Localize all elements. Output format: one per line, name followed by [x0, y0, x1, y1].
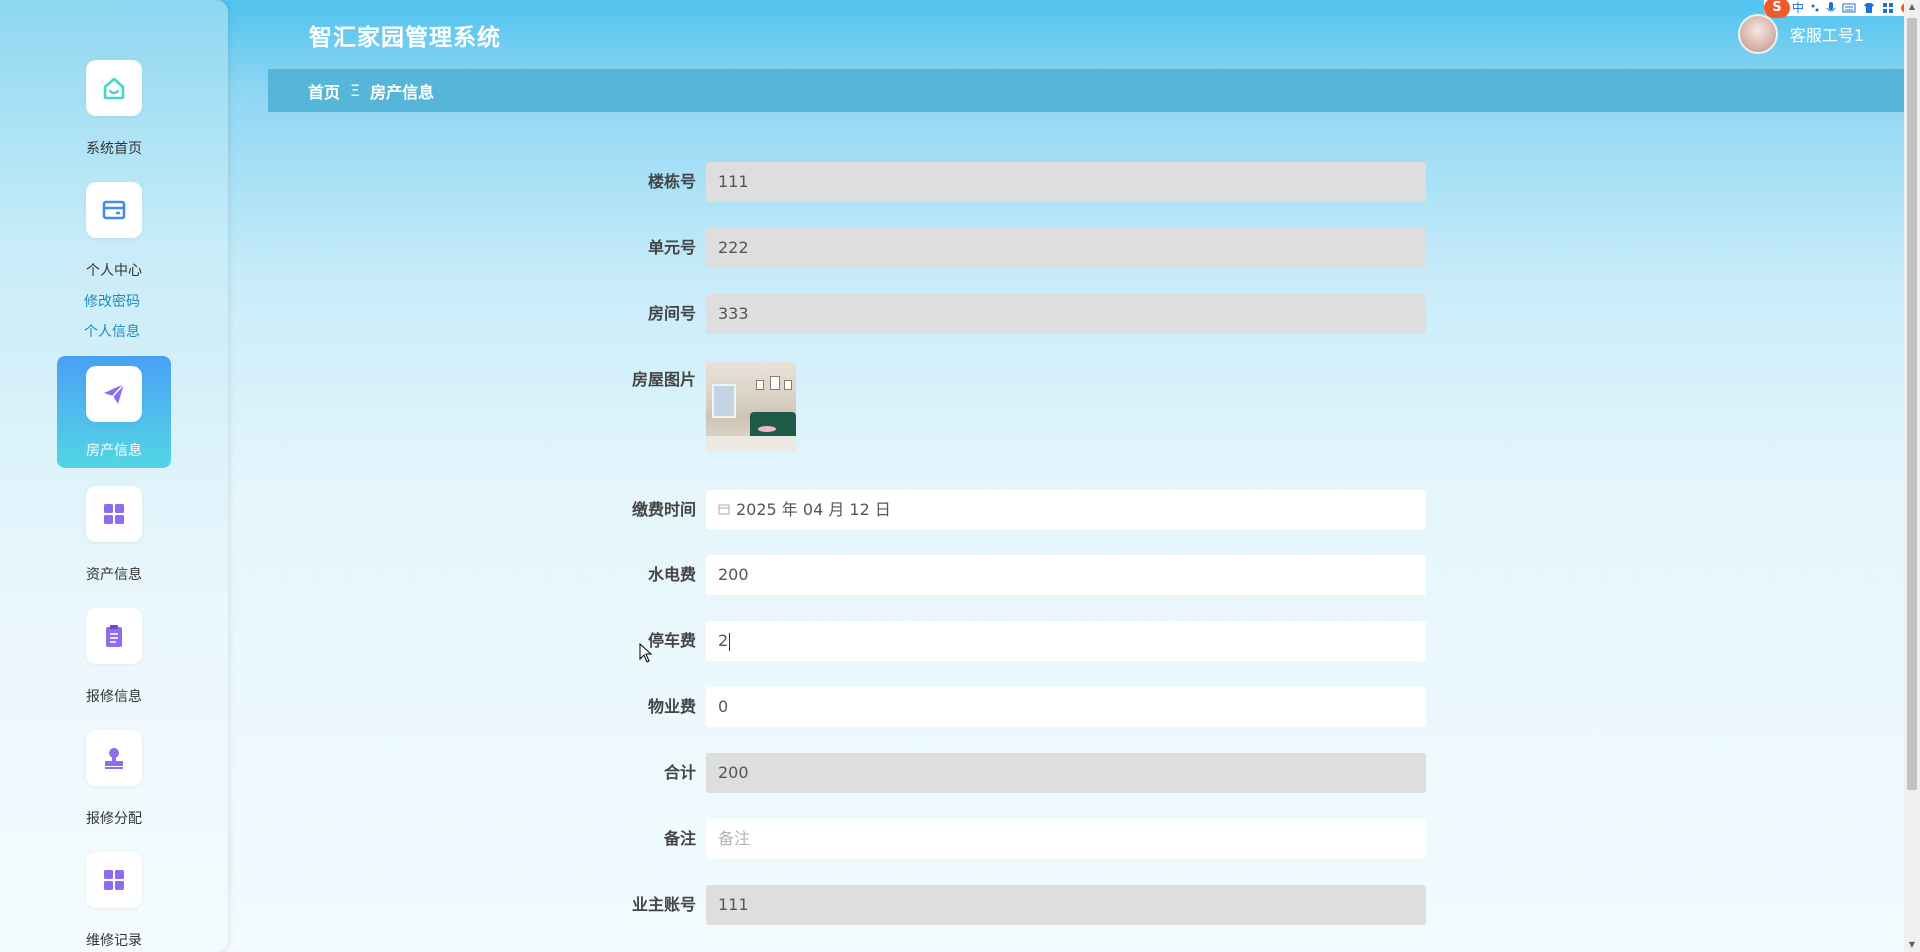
sidebar-item-label: 维修记录 — [86, 933, 142, 949]
pay-time-value: 2025 年 04 月 12 日 — [736, 500, 891, 519]
sogou-logo[interactable]: S — [1763, 0, 1790, 18]
form-row-remark: 备注 备注 — [560, 819, 1426, 859]
icon-tile — [86, 730, 142, 786]
user-menu[interactable]: 客服工号1 — [1737, 14, 1864, 54]
breadcrumb: 首页 Ξ 房产信息 — [268, 69, 1904, 112]
sidebar-item-property[interactable]: 房产信息 — [57, 356, 171, 468]
photo-frame — [756, 380, 764, 390]
paper-plane-icon — [104, 383, 125, 404]
utility-label: 水电费 — [647, 565, 696, 584]
sidebar-item-profile[interactable]: 个人中心 — [57, 180, 171, 292]
sidebar-item-label: 房产信息 — [86, 443, 142, 459]
clipboard-icon — [106, 625, 122, 647]
scroll-up-icon[interactable]: ▲ — [1907, 2, 1917, 12]
form-row-utility: 水电费 200 — [560, 555, 1426, 595]
property-fee-input[interactable]: 0 — [706, 687, 1426, 727]
grid-icon — [104, 870, 124, 890]
utility-fee-input[interactable]: 200 — [706, 555, 1426, 595]
scroll-thumb[interactable] — [1907, 18, 1917, 790]
sidebar-item-repair-records[interactable]: 维修记录 — [57, 850, 171, 952]
avatar — [1737, 14, 1778, 54]
unit-label: 单元号 — [647, 238, 696, 257]
sidebar-item-label: 报修分配 — [86, 811, 142, 827]
sidebar-item-assets[interactable]: 资产信息 — [57, 484, 171, 596]
form-row-photo: 房屋图片 — [560, 360, 1426, 456]
building-field: 111 — [706, 162, 1426, 202]
form-row-total: 合计 200 — [560, 753, 1426, 793]
photo-frame — [784, 380, 792, 390]
scroll-down-icon[interactable]: ▼ — [1907, 940, 1917, 950]
skin-icon[interactable] — [1862, 2, 1876, 14]
punctuation-icon[interactable] — [1810, 2, 1820, 14]
change-password-link[interactable]: 修改密码 — [84, 291, 140, 311]
sidebar-item-home[interactable]: 系统首页 — [57, 58, 171, 170]
remark-input[interactable]: 备注 — [706, 819, 1426, 859]
breadcrumb-separator-icon: Ξ — [350, 81, 361, 100]
form-row-parking: 停车费 2 — [560, 621, 1426, 661]
form-row-room: 房间号 333 — [560, 294, 1426, 334]
icon-tile — [86, 852, 142, 908]
sidebar-item-repair-info[interactable]: 报修信息 — [57, 606, 171, 718]
form-row-building: 楼栋号 111 — [560, 162, 1426, 202]
parking-label: 停车费 — [647, 631, 696, 650]
system-tray: S 中 — [1763, 0, 1916, 18]
calendar-icon — [718, 504, 730, 514]
photo-frame — [770, 376, 780, 390]
pay-time-label: 缴费时间 — [631, 500, 696, 519]
wallet-icon — [102, 200, 126, 220]
photo-table — [758, 426, 776, 432]
stamp-icon — [105, 748, 123, 769]
room-field: 333 — [706, 294, 1426, 334]
breadcrumb-home[interactable]: 首页 — [308, 79, 340, 103]
username: 客服工号1 — [1789, 26, 1864, 45]
sidebar-item-repair-assign[interactable]: 报修分配 — [57, 728, 171, 840]
sidebar-item-label: 报修信息 — [86, 689, 142, 705]
room-label: 房间号 — [647, 304, 696, 323]
owner-account-label: 业主账号 — [631, 895, 696, 914]
icon-tile — [86, 60, 142, 116]
sidebar-item-label: 个人中心 — [86, 263, 142, 279]
personal-info-link[interactable]: 个人信息 — [84, 321, 140, 341]
microphone-icon[interactable] — [1826, 1, 1836, 15]
owner-account-field: 111 — [706, 885, 1426, 925]
ime-mode[interactable]: 中 — [1792, 0, 1804, 16]
building-label: 楼栋号 — [647, 172, 696, 191]
icon-tile — [86, 366, 142, 422]
total-field: 200 — [706, 753, 1426, 793]
remark-label: 备注 — [663, 829, 696, 848]
mouse-cursor-icon — [639, 643, 653, 663]
icon-tile — [86, 182, 142, 238]
pay-time-picker[interactable]: 2025 年 04 月 12 日 — [706, 490, 1426, 530]
photo-sofa — [750, 412, 796, 436]
icon-tile — [86, 486, 142, 542]
form-row-unit: 单元号 222 — [560, 228, 1426, 268]
house-photo[interactable] — [706, 362, 796, 452]
breadcrumb-current: 房产信息 — [370, 82, 435, 102]
property-fee-label: 物业费 — [647, 697, 696, 716]
photo-window — [712, 384, 736, 418]
photo-label: 房屋图片 — [631, 370, 696, 389]
home-icon — [103, 77, 125, 100]
scrollbar[interactable]: ▲ ▼ — [1904, 0, 1920, 952]
parking-fee-input[interactable]: 2 — [706, 621, 1426, 661]
toolbox-icon[interactable] — [1882, 2, 1894, 14]
text-caret — [729, 632, 731, 651]
app-title: 智汇家园管理系统 — [309, 25, 501, 51]
sidebar-item-label: 系统首页 — [86, 141, 142, 157]
form-row-property: 物业费 0 — [560, 687, 1426, 727]
form-row-pay-time: 缴费时间 2025 年 04 月 12 日 — [560, 490, 1426, 530]
form-row-owner: 业主账号 111 — [560, 885, 1426, 925]
sidebar: 系统首页 个人中心 修改密码 个人信息 房产信息 资产信息 报修信息 报修分配 … — [0, 0, 228, 952]
unit-field: 222 — [706, 228, 1426, 268]
parking-fee-value: 2 — [718, 631, 729, 650]
sidebar-item-label: 资产信息 — [86, 567, 142, 583]
total-label: 合计 — [663, 763, 696, 782]
keyboard-icon[interactable] — [1842, 2, 1856, 14]
photo-floor — [706, 436, 796, 452]
grid-icon — [104, 504, 124, 524]
icon-tile — [86, 608, 142, 664]
